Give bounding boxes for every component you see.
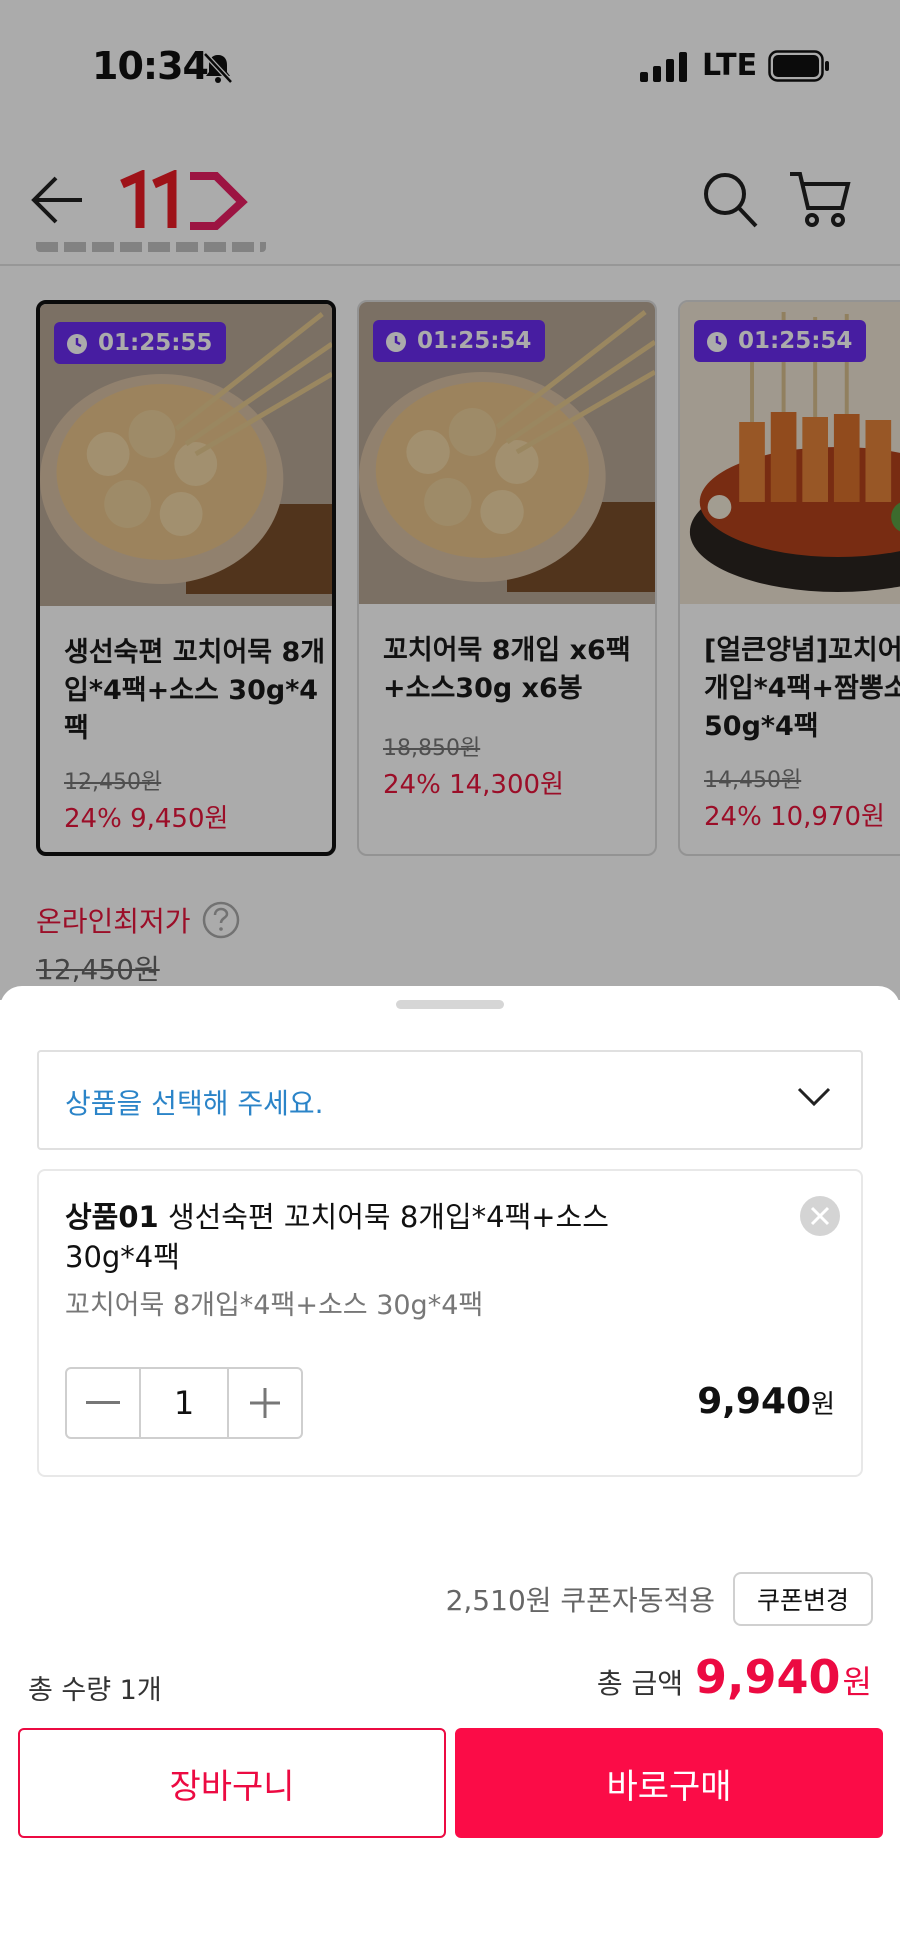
item-price: 9,940원 xyxy=(697,1381,835,1422)
buy-now-button[interactable]: 바로구매 xyxy=(455,1728,883,1838)
increase-button[interactable] xyxy=(229,1369,301,1437)
remove-item-icon[interactable] xyxy=(799,1195,841,1237)
item-option: 꼬치어묵 8개입*4팩+소스 30g*4팩 xyxy=(65,1290,484,1321)
coupon-applied-text: 2,510원 쿠폰자동적용 xyxy=(445,1584,715,1617)
coupon-row: 2,510원 쿠폰자동적용 쿠폰변경 xyxy=(446,1572,873,1626)
option-select[interactable]: 상품을 선택해 주세요. xyxy=(37,1050,863,1150)
add-to-cart-button[interactable]: 장바구니 xyxy=(18,1728,446,1838)
change-coupon-button[interactable]: 쿠폰변경 xyxy=(732,1572,873,1626)
sheet-grabber[interactable] xyxy=(396,1000,504,1009)
total-quantity: 총 수량 1개 xyxy=(28,1675,162,1706)
quantity-stepper: 1 xyxy=(65,1367,303,1439)
option-select-placeholder: 상품을 선택해 주세요. xyxy=(65,1087,324,1120)
selected-item-card: 상품01 생선숙편 꼬치어묵 8개입*4팩+소스 30g*4팩 꼬치어묵 8개입… xyxy=(37,1169,863,1477)
total-amount-value: 9,940 xyxy=(695,1650,841,1704)
plus-icon xyxy=(250,1388,280,1418)
minus-icon xyxy=(86,1401,120,1404)
total-amount-currency: 원 xyxy=(842,1663,872,1701)
decrease-button[interactable] xyxy=(67,1369,139,1437)
chevron-down-icon xyxy=(797,1087,831,1107)
selected-item-title: 상품01 생선숙편 꼬치어묵 8개입*4팩+소스 30g*4팩 xyxy=(65,1197,705,1277)
total-amount: 총 금액 9,940 원 xyxy=(597,1650,872,1704)
item-price-currency: 원 xyxy=(811,1390,835,1420)
dim-overlay[interactable] xyxy=(0,0,900,1000)
item-number: 상품01 xyxy=(65,1200,159,1234)
item-price-value: 9,940 xyxy=(697,1381,812,1422)
quantity-value[interactable]: 1 xyxy=(139,1369,229,1437)
option-bottom-sheet: 상품을 선택해 주세요. 상품01 생선숙편 꼬치어묵 8개입*4팩+소스 30… xyxy=(0,986,900,1951)
total-amount-label: 총 금액 xyxy=(596,1667,684,1700)
